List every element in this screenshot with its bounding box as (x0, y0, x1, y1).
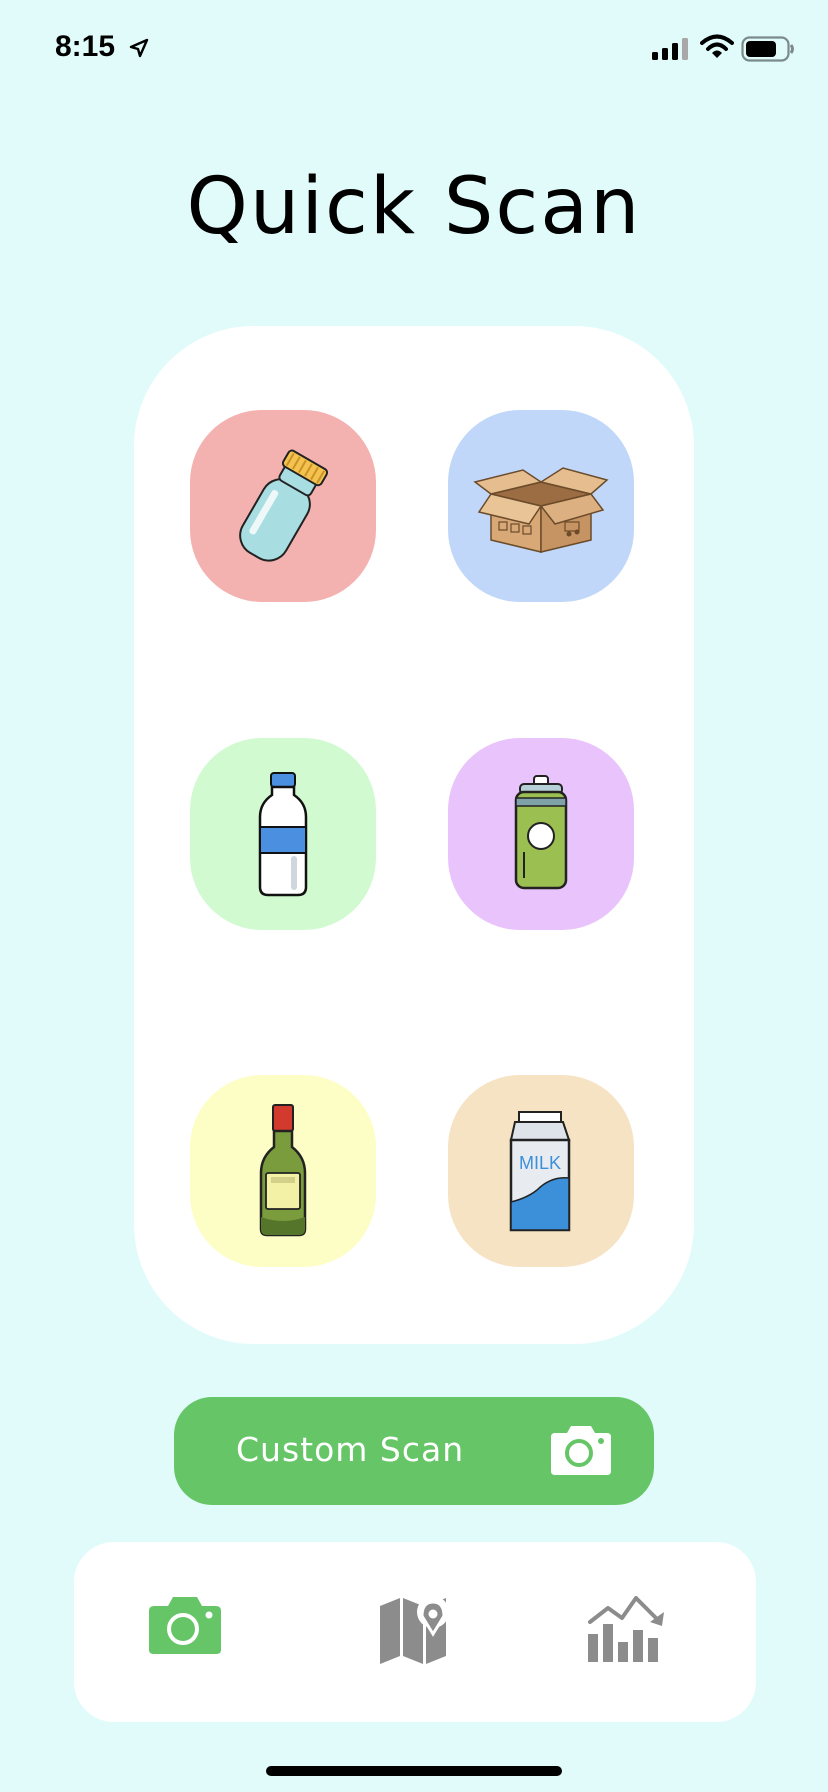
cardboard-box-icon (473, 467, 609, 553)
status-bar: 8:15 (0, 0, 828, 100)
custom-scan-label: Custom Scan (236, 1430, 465, 1469)
quick-scan-card: MILK (134, 326, 694, 1344)
quick-scan-glass-bottle-button[interactable] (190, 1075, 376, 1267)
map-pin-icon (380, 1596, 449, 1664)
home-indicator[interactable] (266, 1766, 562, 1776)
wifi-icon (700, 34, 734, 58)
milk-carton-icon: MILK (509, 1111, 571, 1232)
location-arrow-icon (129, 38, 149, 58)
glass-jar-icon (239, 449, 329, 562)
milk-label: MILK (519, 1153, 561, 1173)
bar-chart-trend-icon (588, 1596, 664, 1662)
quick-scan-can-button[interactable] (448, 738, 634, 930)
tab-scan[interactable] (146, 1594, 236, 1674)
tab-map[interactable] (378, 1594, 468, 1674)
quick-scan-glass-jar-button[interactable] (190, 410, 376, 602)
tab-bar (74, 1542, 756, 1722)
quick-scan-plastic-bottle-button[interactable] (190, 738, 376, 930)
status-time: 8:15 (55, 30, 116, 63)
tab-stats[interactable] (586, 1594, 676, 1674)
plastic-water-bottle-icon (258, 772, 308, 897)
glass-wine-bottle-icon (259, 1104, 307, 1237)
camera-icon (149, 1597, 221, 1654)
battery-icon (741, 36, 794, 62)
quick-scan-carton-button[interactable]: MILK (448, 1075, 634, 1267)
page-title: Quick Scan (186, 162, 642, 252)
soda-can-icon (514, 775, 568, 890)
quick-scan-cardboard-button[interactable] (448, 410, 634, 602)
custom-scan-button[interactable]: Custom Scan (174, 1397, 654, 1505)
cellular-signal-icon (652, 38, 688, 60)
camera-icon (551, 1426, 611, 1475)
